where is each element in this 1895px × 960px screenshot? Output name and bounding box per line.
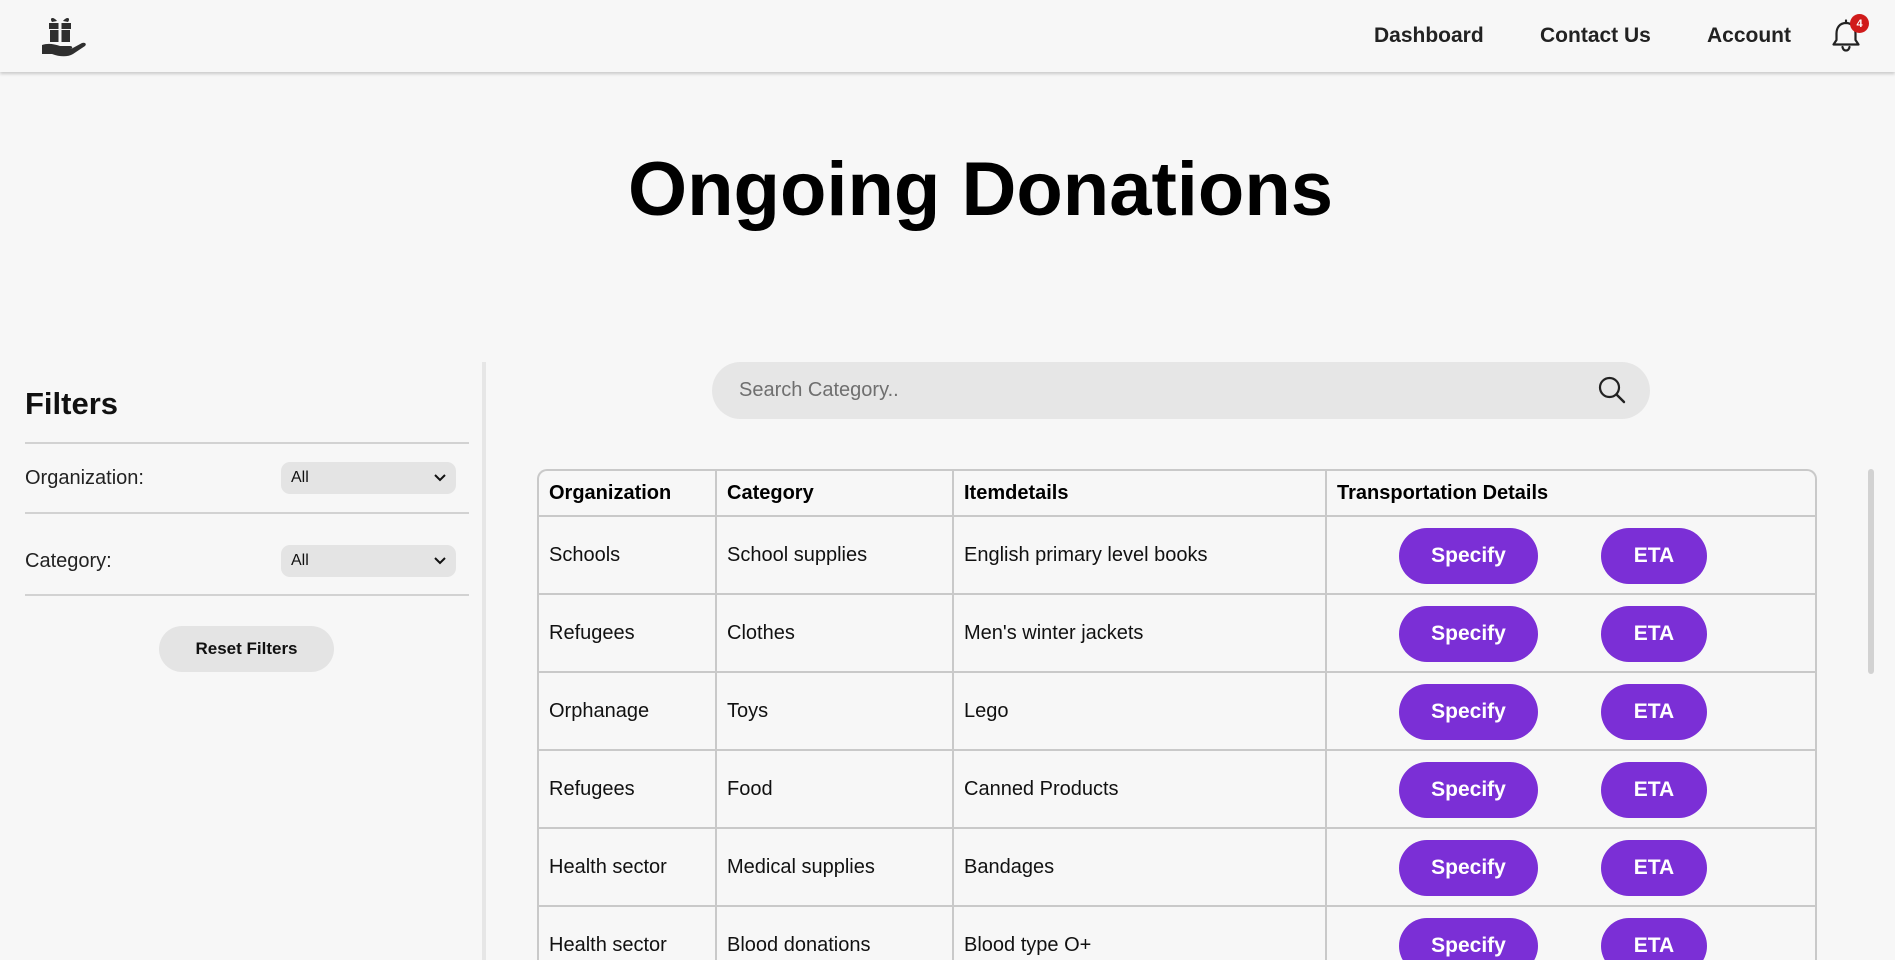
- chevron-down-icon: [434, 557, 446, 565]
- divider: [25, 512, 469, 514]
- table-row: Refugees Food Canned Products Specify ET…: [539, 749, 1815, 829]
- cell-transportation: Specify ETA: [1325, 515, 1815, 595]
- category-select[interactable]: All: [281, 545, 456, 577]
- table-row: Health sector Blood donations Blood type…: [539, 905, 1815, 960]
- filters-title: Filters: [25, 386, 119, 421]
- cell-itemdetails: Bandages: [952, 827, 1327, 907]
- cell-itemdetails: English primary level books: [952, 515, 1327, 595]
- donations-table: Organization Category Itemdetails Transp…: [537, 469, 1817, 960]
- top-navbar: Dashboard Contact Us Account 4: [0, 0, 1895, 72]
- nav-account[interactable]: Account: [1707, 24, 1791, 48]
- category-filter-label: Category:: [25, 550, 112, 572]
- eta-button[interactable]: ETA: [1601, 684, 1707, 740]
- table-row: Schools School supplies English primary …: [539, 515, 1815, 595]
- table-header-row: Organization Category Itemdetails Transp…: [539, 471, 1815, 517]
- gift-in-hand-icon[interactable]: [40, 14, 88, 58]
- cell-organization: Orphanage: [539, 671, 717, 751]
- specify-button[interactable]: Specify: [1399, 840, 1538, 896]
- notification-badge: 4: [1850, 14, 1869, 33]
- cell-organization: Schools: [539, 515, 717, 595]
- cell-category: Clothes: [715, 593, 954, 673]
- cell-category: Blood donations: [715, 905, 954, 960]
- organization-filter-label: Organization:: [25, 467, 144, 489]
- cell-category: School supplies: [715, 515, 954, 595]
- reset-filters-button[interactable]: Reset Filters: [159, 626, 334, 672]
- cell-organization: Refugees: [539, 749, 717, 829]
- cell-itemdetails: Blood type O+: [952, 905, 1327, 960]
- column-header-category[interactable]: Category: [715, 471, 954, 517]
- eta-button[interactable]: ETA: [1601, 762, 1707, 818]
- search-bar: [712, 362, 1650, 419]
- sidebar-divider: [482, 362, 486, 960]
- cell-transportation: Specify ETA: [1325, 827, 1815, 907]
- specify-button[interactable]: Specify: [1399, 762, 1538, 818]
- table-scrollbar[interactable]: [1868, 469, 1874, 674]
- table-row: Refugees Clothes Men's winter jackets Sp…: [539, 593, 1815, 673]
- specify-button[interactable]: Specify: [1399, 684, 1538, 740]
- search-input[interactable]: [737, 378, 1581, 403]
- table-row: Orphanage Toys Lego Specify ETA: [539, 671, 1815, 751]
- category-select-value: All: [291, 552, 309, 569]
- column-header-organization[interactable]: Organization: [539, 471, 717, 517]
- cell-transportation: Specify ETA: [1325, 749, 1815, 829]
- eta-button[interactable]: ETA: [1601, 528, 1707, 584]
- cell-itemdetails: Canned Products: [952, 749, 1327, 829]
- cell-transportation: Specify ETA: [1325, 905, 1815, 960]
- organization-select[interactable]: All: [281, 462, 456, 494]
- specify-button[interactable]: Specify: [1399, 606, 1538, 662]
- specify-button[interactable]: Specify: [1399, 528, 1538, 584]
- column-header-itemdetails[interactable]: Itemdetails: [952, 471, 1327, 517]
- cell-category: Food: [715, 749, 954, 829]
- specify-button[interactable]: Specify: [1399, 918, 1538, 960]
- nav-dashboard[interactable]: Dashboard: [1374, 24, 1484, 48]
- cell-itemdetails: Lego: [952, 671, 1327, 751]
- eta-button[interactable]: ETA: [1601, 918, 1707, 960]
- page-title: Ongoing Donations: [628, 147, 1334, 232]
- chevron-down-icon: [434, 474, 446, 482]
- cell-organization: Health sector: [539, 827, 717, 907]
- organization-select-value: All: [291, 469, 309, 486]
- table-row: Health sector Medical supplies Bandages …: [539, 827, 1815, 907]
- cell-organization: Refugees: [539, 593, 717, 673]
- cell-itemdetails: Men's winter jackets: [952, 593, 1327, 673]
- divider: [25, 442, 469, 444]
- cell-organization: Health sector: [539, 905, 717, 960]
- search-icon[interactable]: [1596, 374, 1628, 406]
- eta-button[interactable]: ETA: [1601, 840, 1707, 896]
- cell-category: Medical supplies: [715, 827, 954, 907]
- cell-transportation: Specify ETA: [1325, 671, 1815, 751]
- divider: [25, 594, 469, 596]
- eta-button[interactable]: ETA: [1601, 606, 1707, 662]
- cell-category: Toys: [715, 671, 954, 751]
- cell-transportation: Specify ETA: [1325, 593, 1815, 673]
- nav-contact-us[interactable]: Contact Us: [1540, 24, 1651, 48]
- column-header-transportation[interactable]: Transportation Details: [1325, 471, 1815, 517]
